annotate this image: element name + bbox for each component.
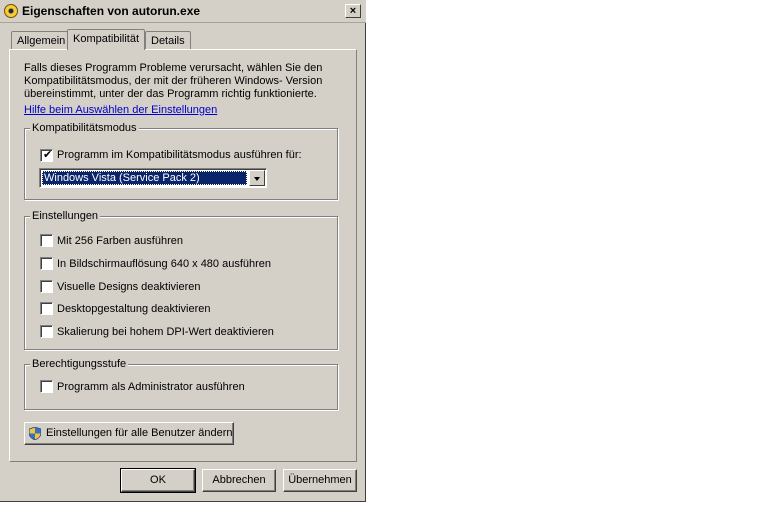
- os-version-selected-value: Windows Vista (Service Pack 2): [42, 171, 247, 185]
- checkbox-visual-themes-label: Visuelle Designs deaktivieren: [57, 281, 201, 293]
- cd-disc-icon: [4, 4, 18, 18]
- compat-mode-group: [24, 128, 338, 200]
- checkbox-dpi-scaling-label: Skalierung bei hohem DPI-Wert deaktivier…: [57, 326, 274, 338]
- checkbox-256-colors-label: Mit 256 Farben ausführen: [57, 235, 183, 247]
- checkbox-desktop-composition-label: Desktopgestaltung deaktivieren: [57, 303, 211, 315]
- all-users-settings-button[interactable]: Einstellungen für alle Benutzer ändern: [24, 422, 234, 445]
- checkbox-640x480[interactable]: [40, 257, 53, 270]
- window-title: Eigenschaften von autorun.exe: [22, 4, 201, 18]
- tab-allgemein[interactable]: Allgemein: [11, 31, 72, 49]
- compat-mode-checkbox-label: Programm im Kompatibilitätsmodus ausführ…: [57, 149, 302, 161]
- checkbox-640x480-label: In Bildschirmauflösung 640 x 480 ausführ…: [57, 258, 272, 270]
- compat-mode-checkbox[interactable]: ✔: [40, 149, 53, 162]
- checkmark-icon: ✔: [43, 149, 53, 161]
- properties-dialog: Eigenschaften von autorun.exe × Allgemei…: [0, 0, 366, 502]
- all-users-settings-label: Einstellungen für alle Benutzer ändern: [46, 427, 233, 439]
- checkbox-run-as-admin-label: Programm als Administrator ausführen: [57, 381, 245, 393]
- help-link[interactable]: Hilfe beim Auswählen der Einstellungen: [24, 104, 217, 116]
- checkbox-visual-themes[interactable]: [40, 280, 53, 293]
- checkbox-run-as-admin[interactable]: [40, 380, 53, 393]
- checkbox-256-colors[interactable]: [40, 234, 53, 247]
- privilege-group-label: Berechtigungsstufe: [30, 358, 129, 370]
- intro-text: Falls dieses Programm Probleme verursach…: [24, 62, 323, 100]
- settings-group-label: Einstellungen: [30, 210, 101, 222]
- checkbox-dpi-scaling[interactable]: [40, 325, 53, 338]
- ok-button[interactable]: OK: [120, 468, 196, 493]
- apply-button[interactable]: Übernehmen: [283, 469, 357, 492]
- tab-details[interactable]: Details: [145, 31, 191, 49]
- os-version-select[interactable]: Windows Vista (Service Pack 2): [39, 168, 267, 188]
- title-bar[interactable]: Eigenschaften von autorun.exe ×: [0, 0, 366, 23]
- checkbox-desktop-composition[interactable]: [40, 302, 53, 315]
- close-button[interactable]: ×: [345, 4, 361, 18]
- dropdown-arrow-icon[interactable]: [249, 170, 265, 186]
- cancel-button[interactable]: Abbrechen: [202, 469, 276, 492]
- tab-kompatibilitaet[interactable]: Kompatibilität: [67, 29, 146, 50]
- compat-mode-group-label: Kompatibilitätsmodus: [30, 122, 139, 134]
- uac-shield-icon: [29, 427, 41, 440]
